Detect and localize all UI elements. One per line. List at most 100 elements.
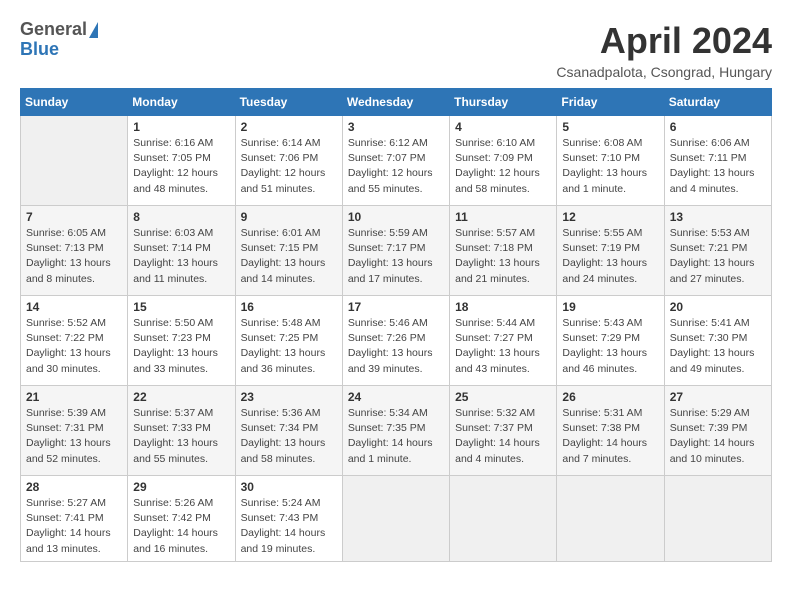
day-number: 19 (562, 300, 658, 314)
calendar-cell: 23 Sunrise: 5:36 AM Sunset: 7:34 PM Dayli… (235, 386, 342, 476)
weekday-header-monday: Monday (128, 89, 235, 116)
day-info: Sunrise: 6:12 AM Sunset: 7:07 PM Dayligh… (348, 136, 444, 197)
week-row-2: 7 Sunrise: 6:05 AM Sunset: 7:13 PM Daylig… (21, 206, 772, 296)
calendar-cell: 14Sunrise: 5:52 AM Sunset: 7:22 PM Dayli… (21, 296, 128, 386)
day-info: Sunrise: 5:46 AM Sunset: 7:26 PM Dayligh… (348, 316, 444, 377)
day-number: 18 (455, 300, 551, 314)
weekday-header-row: SundayMondayTuesdayWednesdayThursdayFrid… (21, 89, 772, 116)
day-info: Sunrise: 5:34 AM Sunset: 7:35 PM Dayligh… (348, 406, 444, 467)
day-info: Sunrise: 5:37 AM Sunset: 7:33 PM Dayligh… (133, 406, 229, 467)
day-number: 20 (670, 300, 766, 314)
day-number: 11 (455, 210, 551, 224)
week-row-4: 21Sunrise: 5:39 AM Sunset: 7:31 PM Dayli… (21, 386, 772, 476)
calendar-cell: 29 Sunrise: 5:26 AM Sunset: 7:42 PM Dayli… (128, 476, 235, 562)
day-info: Sunrise: 5:50 AM Sunset: 7:23 PM Dayligh… (133, 316, 229, 377)
day-number: 16 (241, 300, 337, 314)
day-number: 24 (348, 390, 444, 404)
calendar-cell (21, 116, 128, 206)
calendar-table: SundayMondayTuesdayWednesdayThursdayFrid… (20, 88, 772, 562)
day-info: Sunrise: 5:26 AM Sunset: 7:42 PM Dayligh… (133, 496, 229, 557)
day-info: Sunrise: 5:41 AM Sunset: 7:30 PM Dayligh… (670, 316, 766, 377)
day-info: Sunrise: 6:16 AM Sunset: 7:05 PM Dayligh… (133, 136, 229, 197)
day-number: 28 (26, 480, 122, 494)
logo: General Blue (20, 20, 98, 60)
calendar-cell: 5 Sunrise: 6:08 AM Sunset: 7:10 PM Daylig… (557, 116, 664, 206)
calendar-cell: 13Sunrise: 5:53 AM Sunset: 7:21 PM Dayli… (664, 206, 771, 296)
day-number: 6 (670, 120, 766, 134)
calendar-cell (450, 476, 557, 562)
day-info: Sunrise: 5:48 AM Sunset: 7:25 PM Dayligh… (241, 316, 337, 377)
month-title: April 2024 (556, 20, 772, 62)
day-number: 13 (670, 210, 766, 224)
weekday-header-thursday: Thursday (450, 89, 557, 116)
calendar-cell (557, 476, 664, 562)
day-number: 15 (133, 300, 229, 314)
day-info: Sunrise: 6:08 AM Sunset: 7:10 PM Dayligh… (562, 136, 658, 197)
weekday-header-friday: Friday (557, 89, 664, 116)
calendar-cell: 26 Sunrise: 5:31 AM Sunset: 7:38 PM Dayli… (557, 386, 664, 476)
calendar-cell: 28 Sunrise: 5:27 AM Sunset: 7:41 PM Dayli… (21, 476, 128, 562)
weekday-header-wednesday: Wednesday (342, 89, 449, 116)
day-info: Sunrise: 5:52 AM Sunset: 7:22 PM Dayligh… (26, 316, 122, 377)
day-info: Sunrise: 6:01 AM Sunset: 7:15 PM Dayligh… (241, 226, 337, 287)
day-info: Sunrise: 5:57 AM Sunset: 7:18 PM Dayligh… (455, 226, 551, 287)
day-number: 10 (348, 210, 444, 224)
day-number: 12 (562, 210, 658, 224)
calendar-cell: 20 Sunrise: 5:41 AM Sunset: 7:30 PM Dayli… (664, 296, 771, 386)
calendar-cell: 16 Sunrise: 5:48 AM Sunset: 7:25 PM Dayli… (235, 296, 342, 386)
calendar-cell: 12 Sunrise: 5:55 AM Sunset: 7:19 PM Dayli… (557, 206, 664, 296)
day-info: Sunrise: 5:39 AM Sunset: 7:31 PM Dayligh… (26, 406, 122, 467)
calendar-cell: 8Sunrise: 6:03 AM Sunset: 7:14 PM Daylig… (128, 206, 235, 296)
day-number: 1 (133, 120, 229, 134)
calendar-cell: 27 Sunrise: 5:29 AM Sunset: 7:39 PM Dayli… (664, 386, 771, 476)
calendar-cell: 21Sunrise: 5:39 AM Sunset: 7:31 PM Dayli… (21, 386, 128, 476)
title-area: April 2024 Csanadpalota, Csongrad, Hunga… (556, 20, 772, 80)
calendar-cell: 19 Sunrise: 5:43 AM Sunset: 7:29 PM Dayli… (557, 296, 664, 386)
day-info: Sunrise: 6:03 AM Sunset: 7:14 PM Dayligh… (133, 226, 229, 287)
day-info: Sunrise: 5:59 AM Sunset: 7:17 PM Dayligh… (348, 226, 444, 287)
weekday-header-tuesday: Tuesday (235, 89, 342, 116)
day-info: Sunrise: 5:44 AM Sunset: 7:27 PM Dayligh… (455, 316, 551, 377)
calendar-cell: 1 Sunrise: 6:16 AM Sunset: 7:05 PM Daylig… (128, 116, 235, 206)
week-row-1: 1 Sunrise: 6:16 AM Sunset: 7:05 PM Daylig… (21, 116, 772, 206)
day-number: 17 (348, 300, 444, 314)
day-number: 26 (562, 390, 658, 404)
calendar-cell: 3Sunrise: 6:12 AM Sunset: 7:07 PM Daylig… (342, 116, 449, 206)
day-number: 30 (241, 480, 337, 494)
calendar-cell: 10 Sunrise: 5:59 AM Sunset: 7:17 PM Dayli… (342, 206, 449, 296)
day-number: 29 (133, 480, 229, 494)
calendar-cell: 2 Sunrise: 6:14 AM Sunset: 7:06 PM Daylig… (235, 116, 342, 206)
day-info: Sunrise: 5:29 AM Sunset: 7:39 PM Dayligh… (670, 406, 766, 467)
calendar-cell (342, 476, 449, 562)
day-info: Sunrise: 5:31 AM Sunset: 7:38 PM Dayligh… (562, 406, 658, 467)
calendar-cell: 6 Sunrise: 6:06 AM Sunset: 7:11 PM Daylig… (664, 116, 771, 206)
day-info: Sunrise: 6:10 AM Sunset: 7:09 PM Dayligh… (455, 136, 551, 197)
day-number: 27 (670, 390, 766, 404)
calendar-cell (664, 476, 771, 562)
day-number: 2 (241, 120, 337, 134)
week-row-5: 28 Sunrise: 5:27 AM Sunset: 7:41 PM Dayli… (21, 476, 772, 562)
day-number: 23 (241, 390, 337, 404)
day-info: Sunrise: 6:14 AM Sunset: 7:06 PM Dayligh… (241, 136, 337, 197)
logo-blue-text: Blue (20, 39, 59, 59)
calendar-cell: 17 Sunrise: 5:46 AM Sunset: 7:26 PM Dayli… (342, 296, 449, 386)
logo-triangle (89, 22, 98, 38)
location: Csanadpalota, Csongrad, Hungary (556, 64, 772, 80)
day-number: 5 (562, 120, 658, 134)
calendar-cell: 30Sunrise: 5:24 AM Sunset: 7:43 PM Dayli… (235, 476, 342, 562)
calendar-cell: 25Sunrise: 5:32 AM Sunset: 7:37 PM Dayli… (450, 386, 557, 476)
weekday-header-saturday: Saturday (664, 89, 771, 116)
day-number: 7 (26, 210, 122, 224)
day-info: Sunrise: 5:43 AM Sunset: 7:29 PM Dayligh… (562, 316, 658, 377)
day-info: Sunrise: 6:05 AM Sunset: 7:13 PM Dayligh… (26, 226, 122, 287)
day-number: 9 (241, 210, 337, 224)
day-info: Sunrise: 5:55 AM Sunset: 7:19 PM Dayligh… (562, 226, 658, 287)
day-number: 22 (133, 390, 229, 404)
calendar-cell: 18 Sunrise: 5:44 AM Sunset: 7:27 PM Dayli… (450, 296, 557, 386)
day-info: Sunrise: 6:06 AM Sunset: 7:11 PM Dayligh… (670, 136, 766, 197)
day-info: Sunrise: 5:36 AM Sunset: 7:34 PM Dayligh… (241, 406, 337, 467)
day-info: Sunrise: 5:27 AM Sunset: 7:41 PM Dayligh… (26, 496, 122, 557)
calendar-cell: 4Sunrise: 6:10 AM Sunset: 7:09 PM Daylig… (450, 116, 557, 206)
calendar-cell: 7 Sunrise: 6:05 AM Sunset: 7:13 PM Daylig… (21, 206, 128, 296)
calendar-cell: 9 Sunrise: 6:01 AM Sunset: 7:15 PM Daylig… (235, 206, 342, 296)
